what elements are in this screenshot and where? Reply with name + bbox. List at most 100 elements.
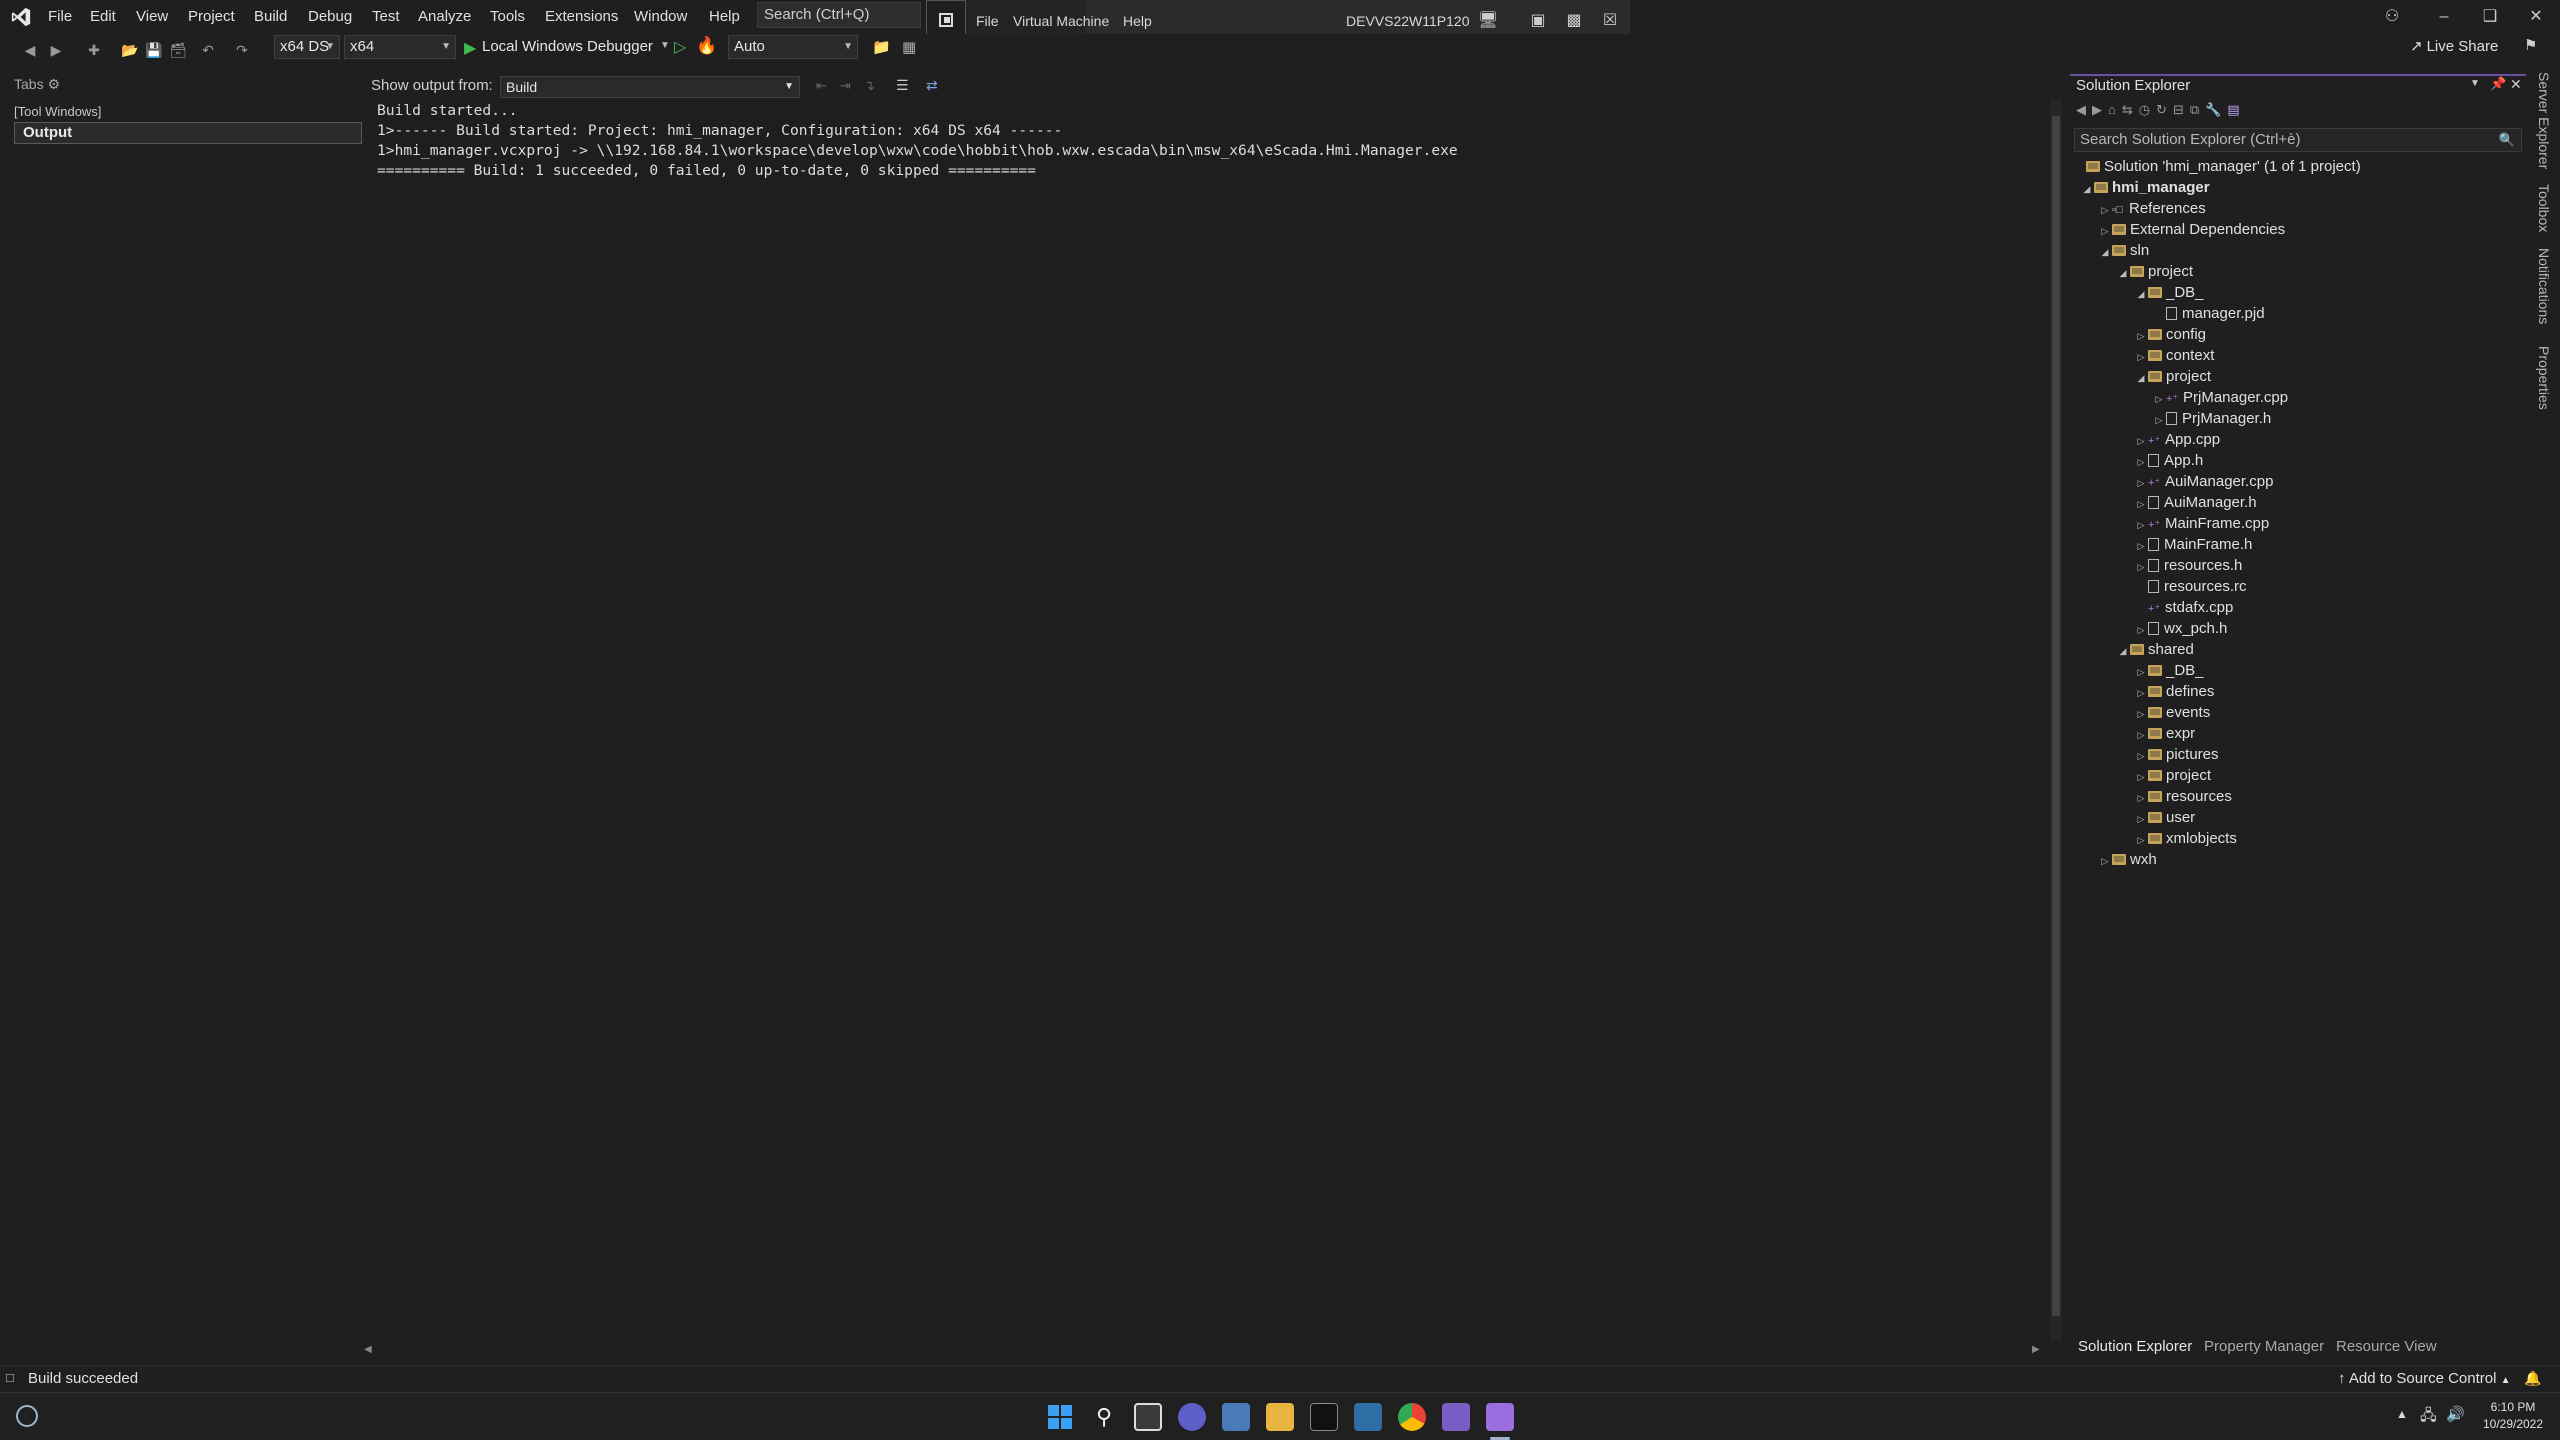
collapsed-arrow-icon[interactable]: ▷ [2134,620,2148,641]
start-without-debug-icon[interactable]: ▷ [674,37,686,57]
menu-test[interactable]: Test [366,6,406,28]
terminal-icon[interactable] [1310,1403,1338,1431]
volume-icon[interactable]: 🔊 [2446,1405,2465,1423]
task-view-icon[interactable] [1134,1403,1162,1431]
tree-item[interactable]: ▷ App.h [2134,450,2204,471]
undo-icon[interactable]: ↶ [198,39,218,61]
hot-reload-icon[interactable]: 🔥 [696,36,717,56]
menu-file[interactable]: File [42,6,78,28]
collapsed-arrow-icon[interactable]: ▷ [2134,704,2148,725]
save-icon[interactable]: 💾 [144,39,164,61]
tree-item[interactable]: ▷ defines [2134,681,2215,702]
menu-debug[interactable]: Debug [302,6,358,28]
tree-item[interactable]: ◢ _DB_ [2134,282,2204,303]
vm-monitor-icon[interactable]: 🖥 [1476,10,1500,32]
collapsed-arrow-icon[interactable]: ▷ [2134,557,2148,578]
tree-item[interactable]: ▷ xmlobjects [2134,828,2237,849]
file-explorer-icon[interactable] [1266,1403,1294,1431]
tree-item[interactable]: manager.pjd [2152,303,2265,324]
output-source-select[interactable]: Build ▼ [500,76,800,98]
notifications-tab[interactable]: Notifications [2536,248,2552,324]
tree-item[interactable]: ▷ +⁺ AuiManager.cpp [2134,471,2274,492]
clear-all-icon[interactable]: ☰ [896,77,909,94]
tree-item[interactable]: ▷ project [2134,765,2212,788]
tree-item[interactable]: ▷ wxh [2098,849,2157,870]
collapsed-arrow-icon[interactable]: ▷ [2134,767,2148,788]
properties-icon[interactable]: 🔧 [2205,102,2227,117]
collapsed-arrow-icon[interactable]: ▷ [2134,347,2148,368]
vm-menu-virtual-machine[interactable]: Virtual Machine [1013,10,1109,32]
tree-item[interactable]: ▷ +⁺ App.cpp [2134,429,2221,452]
solution-explorer-toolbar[interactable]: ◀▶⌂⇆◷↻⊟⧉🔧▤ [2076,102,2516,124]
menu-analyze[interactable]: Analyze [412,6,477,28]
start-debug-icon[interactable]: ▶ [464,38,476,58]
browse-icon[interactable]: 📁 [872,38,891,56]
collapsed-arrow-icon[interactable]: ▷ [2152,410,2166,431]
widgets-icon[interactable] [16,1405,38,1427]
pending-changes-icon[interactable]: ◷ [2139,102,2156,117]
menu-tools[interactable]: Tools [484,6,531,28]
network-icon[interactable]: 🖧 [2420,1405,2437,1430]
visual-studio-active-icon[interactable] [1486,1403,1514,1431]
scroll-right-icon[interactable]: ▶ [2032,1344,2040,1355]
tree-item[interactable]: ◢ project [2134,366,2212,389]
calculator-icon[interactable] [1354,1403,1382,1431]
solution-config-select[interactable]: x64 DS ▼ [274,35,340,59]
tree-item[interactable]: ◢ shared [2116,639,2194,660]
notification-bell-icon[interactable]: 🔔 [2524,1370,2541,1387]
gear-icon[interactable]: ⚙ [47,76,60,92]
show-all-files-icon[interactable]: ⧉ [2190,102,2205,117]
tree-item[interactable]: resources.rc [2134,576,2247,597]
scroll-left-icon[interactable]: ◀ [364,1344,372,1355]
menu-view[interactable]: View [130,6,174,28]
vm-minimize-icon[interactable]: ▣ [1526,10,1550,32]
new-item-icon[interactable]: ✚ [84,39,104,61]
find-previous-icon[interactable]: ⇤ [816,78,827,94]
menu-help[interactable]: Help [703,6,746,28]
menu-build[interactable]: Build [248,6,293,28]
open-folder-icon[interactable]: 📂 [120,39,140,61]
visual-studio-logo-icon[interactable] [10,6,32,28]
collapsed-arrow-icon[interactable]: ▷ [2134,788,2148,809]
tree-item[interactable]: Solution 'hmi_manager' (1 of 1 project) [2086,156,2361,177]
expanded-arrow-icon[interactable]: ◢ [2134,284,2148,305]
menu-window[interactable]: Window [628,6,693,28]
search-icon[interactable]: 🔍 [2499,129,2515,151]
tree-item[interactable]: ▷ expr [2134,723,2196,746]
collapsed-arrow-icon[interactable]: ▷ [2134,431,2148,452]
start-button[interactable] [1046,1403,1074,1431]
tree-item[interactable]: ▷ user [2134,807,2196,828]
live-share-button[interactable]: ↗ Live Share [2410,35,2498,59]
collapsed-arrow-icon[interactable]: ▷ [2134,494,2148,515]
tab-resource-view[interactable]: Resource View [2336,1338,2437,1355]
back-icon[interactable]: ◀ [2076,102,2092,117]
sync-icon[interactable]: ↻ [2156,102,2173,117]
collapsed-arrow-icon[interactable]: ▷ [2134,326,2148,347]
properties-tab[interactable]: Properties [2536,346,2552,410]
expanded-arrow-icon[interactable]: ◢ [2116,641,2130,662]
tree-item[interactable]: ◢ hmi_manager [2080,177,2210,198]
scrollbar-thumb[interactable] [2052,116,2060,1316]
visual-studio-icon[interactable] [1442,1403,1470,1431]
expanded-arrow-icon[interactable]: ◢ [2134,368,2148,389]
debugger-dropdown-icon[interactable]: ▼ [660,40,670,51]
solution-search-input[interactable]: Search Solution Explorer (Ctrl+è) 🔍 [2074,128,2522,152]
collapsed-arrow-icon[interactable]: ▷ [2134,725,2148,746]
expanded-arrow-icon[interactable]: ◢ [2080,179,2094,200]
search-input[interactable]: Search (Ctrl+Q) [757,2,921,28]
forward-icon[interactable]: ▶ [2092,102,2108,117]
find-next-icon[interactable]: ⇥ [840,78,851,94]
tab-solution-explorer[interactable]: Solution Explorer [2078,1338,2192,1355]
layout-icon[interactable]: ▦ [902,38,916,56]
collapsed-arrow-icon[interactable]: ▷ [2152,389,2166,410]
collapsed-arrow-icon[interactable]: ▷ [2098,221,2112,242]
start-debugger-button[interactable]: Local Windows Debugger [482,35,653,59]
back-icon[interactable]: ◀ [20,39,40,61]
output-horizontal-scrollbar[interactable]: ◀ ▶ [364,1344,2050,1356]
switch-views-icon[interactable]: ⇆ [2122,102,2139,117]
chat-icon[interactable] [1178,1403,1206,1431]
output-vertical-scrollbar[interactable] [2050,100,2062,1340]
find-message-icon[interactable]: ↴ [864,78,875,94]
tree-item[interactable]: ▷ pictures [2134,744,2219,765]
menu-edit[interactable]: Edit [84,6,122,28]
